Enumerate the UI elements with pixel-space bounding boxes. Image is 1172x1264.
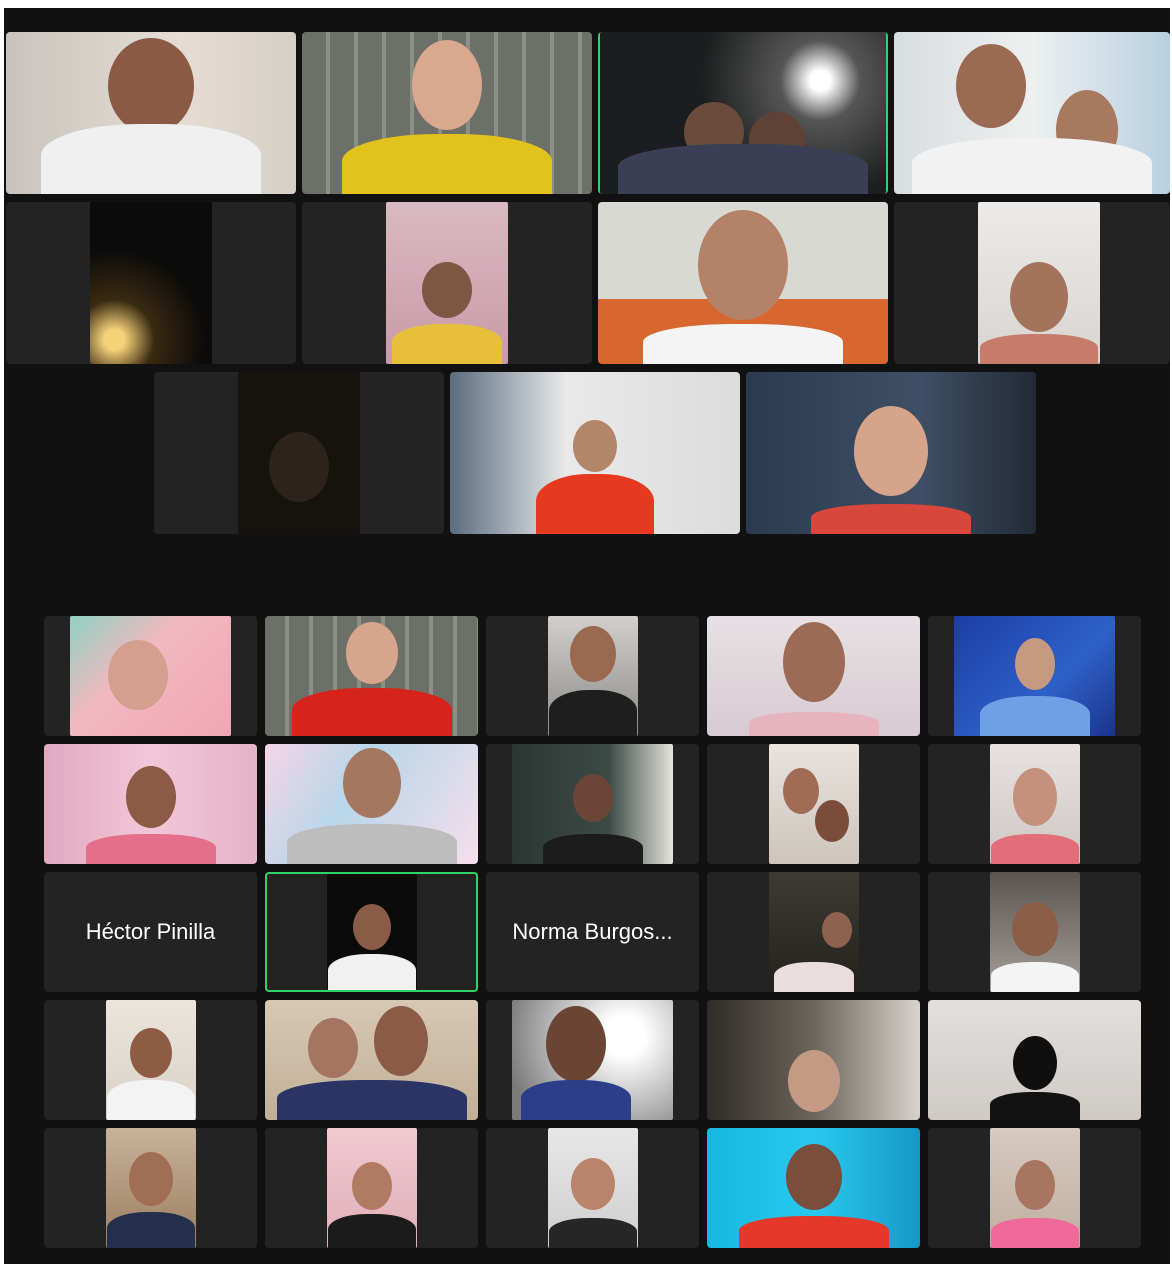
participant-video bbox=[707, 1128, 920, 1248]
participant-video bbox=[265, 744, 478, 864]
participant-video bbox=[44, 744, 257, 864]
participant-video bbox=[707, 1000, 920, 1120]
participant-tile[interactable] bbox=[598, 202, 888, 364]
participant-video bbox=[598, 202, 888, 364]
participant-video bbox=[894, 32, 1170, 194]
participant-tile[interactable] bbox=[707, 616, 920, 736]
participant-video bbox=[265, 616, 478, 736]
participant-tile[interactable] bbox=[6, 32, 296, 194]
participant-tile[interactable] bbox=[928, 1000, 1141, 1120]
participant-tile[interactable] bbox=[707, 1128, 920, 1248]
participant-tile-active-speaker[interactable] bbox=[265, 872, 478, 992]
participant-video bbox=[327, 874, 417, 990]
participant-video bbox=[450, 372, 740, 534]
participant-tile[interactable] bbox=[486, 616, 699, 736]
participant-video bbox=[6, 32, 296, 194]
participant-tile-active-speaker[interactable] bbox=[598, 32, 888, 194]
participant-tile[interactable] bbox=[450, 372, 740, 534]
participant-video bbox=[954, 616, 1115, 736]
participant-tile[interactable] bbox=[44, 1128, 257, 1248]
participant-tile[interactable] bbox=[44, 616, 257, 736]
participant-tile[interactable] bbox=[486, 1000, 699, 1120]
participant-video bbox=[600, 32, 886, 194]
participant-video bbox=[90, 202, 212, 364]
participant-tile[interactable] bbox=[707, 744, 920, 864]
participant-tile[interactable] bbox=[707, 872, 920, 992]
participant-video bbox=[990, 872, 1080, 992]
participant-tile[interactable] bbox=[265, 1128, 478, 1248]
participant-video bbox=[512, 1000, 673, 1120]
participant-video bbox=[386, 202, 508, 364]
participant-video bbox=[707, 616, 920, 736]
participant-video bbox=[238, 372, 360, 534]
participant-video bbox=[327, 1128, 417, 1248]
participant-video bbox=[106, 1128, 196, 1248]
participant-tile-no-video[interactable]: Norma Burgos... bbox=[486, 872, 699, 992]
participant-video bbox=[990, 1128, 1080, 1248]
meeting-gallery-window: Héctor Pinilla Norma Burgos... bbox=[4, 8, 1170, 1264]
participant-tile[interactable] bbox=[6, 202, 296, 364]
participant-tile[interactable] bbox=[928, 872, 1141, 992]
participant-video bbox=[769, 744, 859, 864]
participant-tile[interactable] bbox=[302, 32, 592, 194]
participant-video bbox=[512, 744, 673, 864]
participant-video bbox=[548, 616, 638, 736]
participant-tile[interactable] bbox=[486, 744, 699, 864]
participant-tile[interactable] bbox=[928, 744, 1141, 864]
participant-tile[interactable] bbox=[707, 1000, 920, 1120]
participant-tile[interactable] bbox=[265, 616, 478, 736]
participant-tile[interactable] bbox=[302, 202, 592, 364]
participant-tile[interactable] bbox=[928, 616, 1141, 736]
participant-name: Héctor Pinilla bbox=[85, 919, 216, 944]
participant-tile[interactable] bbox=[486, 1128, 699, 1248]
participant-video bbox=[746, 372, 1036, 534]
participant-tile[interactable] bbox=[746, 372, 1036, 534]
participant-tile[interactable] bbox=[894, 202, 1170, 364]
participant-video bbox=[990, 744, 1080, 864]
participant-video bbox=[978, 202, 1100, 364]
participant-video bbox=[928, 1000, 1141, 1120]
participant-name: Norma Burgos... bbox=[512, 919, 673, 944]
participant-video bbox=[769, 872, 859, 992]
participant-tile-no-video[interactable]: Héctor Pinilla bbox=[44, 872, 257, 992]
participant-tile[interactable] bbox=[44, 744, 257, 864]
participant-video bbox=[265, 1000, 478, 1120]
participant-tile[interactable] bbox=[44, 1000, 257, 1120]
participant-tile[interactable] bbox=[154, 372, 444, 534]
participant-tile[interactable] bbox=[265, 744, 478, 864]
participant-video bbox=[106, 1000, 196, 1120]
participant-video bbox=[70, 616, 231, 736]
participant-video bbox=[302, 32, 592, 194]
participant-tile[interactable] bbox=[265, 1000, 478, 1120]
participant-tile[interactable] bbox=[894, 32, 1170, 194]
participant-tile[interactable] bbox=[928, 1128, 1141, 1248]
participant-video bbox=[548, 1128, 638, 1248]
